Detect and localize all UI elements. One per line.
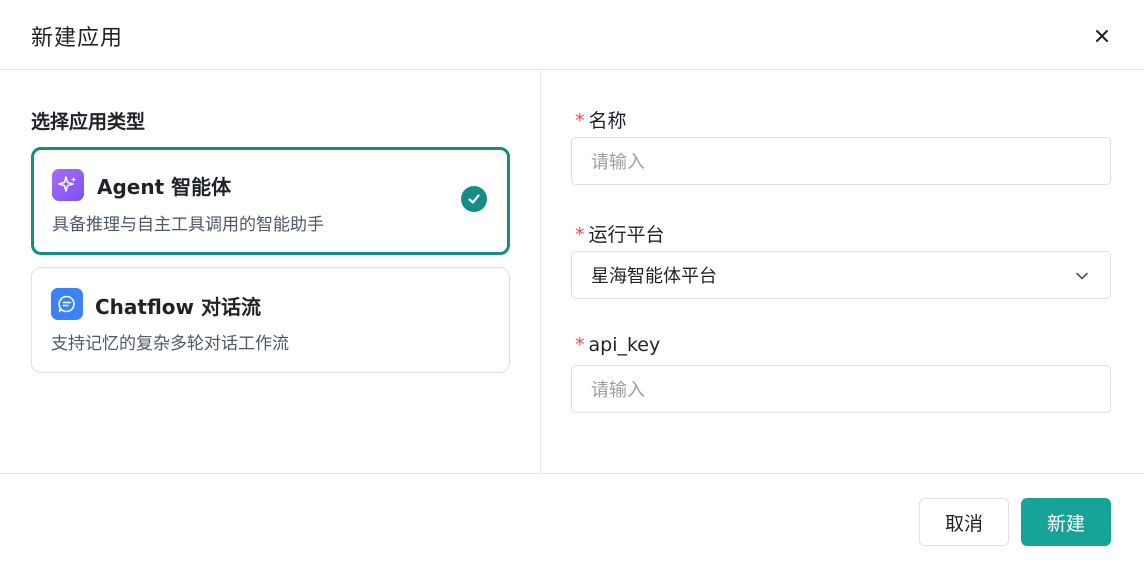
api-key-label-text: api_key (588, 334, 661, 356)
close-icon (1096, 30, 1108, 42)
app-type-title: 选择应用类型 (31, 111, 146, 133)
app-type-description: 具备推理与自主工具调用的智能助手 (52, 215, 324, 235)
close-button[interactable] (1088, 22, 1116, 50)
api-key-label: * api_key (575, 334, 660, 356)
vertical-divider (540, 71, 541, 473)
cancel-button[interactable]: 取消 (919, 498, 1009, 546)
platform-selected-value: 星海智能体平台 (591, 266, 717, 287)
app-type-name: Agent 智能体 (97, 175, 232, 199)
app-type-option-chatflow[interactable]: Chatflow 对话流 支持记忆的复杂多轮对话工作流 (31, 267, 510, 373)
name-input[interactable]: 请输入 (571, 137, 1111, 185)
app-type-option-agent[interactable]: Agent 智能体 具备推理与自主工具调用的智能助手 (31, 147, 510, 255)
chevron-down-icon (1076, 272, 1088, 280)
app-type-description: 支持记忆的复杂多轮对话工作流 (51, 334, 289, 354)
check-icon (461, 186, 487, 212)
api-key-input[interactable]: 请输入 (571, 365, 1111, 413)
name-label: * 名称 (575, 106, 627, 133)
dialog-title: 新建应用 (31, 26, 124, 51)
required-mark: * (575, 110, 585, 132)
new-app-dialog: 新建应用 选择应用类型 Agent 智能体 具备推理与自主工具调用的智能助手 C… (0, 0, 1144, 568)
dialog-header: 新建应用 (0, 0, 1144, 70)
name-label-text: 名称 (588, 110, 627, 132)
chat-bubble-icon (51, 288, 83, 320)
create-button[interactable]: 新建 (1021, 498, 1111, 546)
dialog-footer: 取消 新建 (0, 473, 1144, 568)
sparkle-icon (52, 169, 84, 201)
platform-select[interactable]: 星海智能体平台 (571, 251, 1111, 299)
platform-label-text: 运行平台 (588, 224, 665, 246)
app-type-name: Chatflow 对话流 (95, 295, 261, 319)
required-mark: * (575, 334, 585, 356)
platform-label: * 运行平台 (575, 220, 665, 247)
dialog-body: 选择应用类型 Agent 智能体 具备推理与自主工具调用的智能助手 Chatfl… (0, 71, 1144, 473)
required-mark: * (575, 224, 585, 246)
